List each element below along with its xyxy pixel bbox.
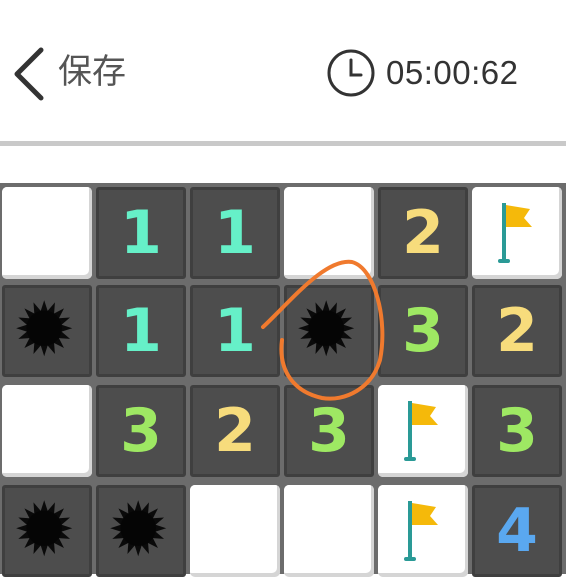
cell-r3-c4[interactable]: 3 <box>284 385 374 477</box>
cell-r1-c3[interactable]: 1 <box>190 187 280 279</box>
cell-number: 2 <box>402 198 444 268</box>
cell-r2-c6[interactable]: 2 <box>472 285 562 377</box>
mine-icon <box>16 300 73 357</box>
cell-r1-c5[interactable]: 2 <box>378 187 468 279</box>
header-bar: 保存 05:00:62 <box>0 0 566 145</box>
cell-r1-c6[interactable] <box>472 187 562 279</box>
cell-r1-c4[interactable] <box>284 187 374 279</box>
flag-icon <box>404 401 438 461</box>
save-label[interactable]: 保存 <box>58 50 126 94</box>
cell-r3-c3[interactable]: 2 <box>190 385 280 477</box>
cell-r3-c1[interactable] <box>2 385 92 477</box>
cell-number: 3 <box>120 396 162 466</box>
cell-r1-c1[interactable] <box>2 187 92 279</box>
cell-r2-c3[interactable]: 1 <box>190 285 280 377</box>
flag-icon <box>498 203 532 263</box>
cell-r4-c4[interactable] <box>284 485 374 577</box>
cell-r4-c5[interactable] <box>378 485 468 577</box>
cell-r4-c6[interactable]: 4 <box>472 485 562 577</box>
flag-icon <box>404 501 438 561</box>
cell-r4-c3[interactable] <box>190 485 280 577</box>
mine-icon <box>298 300 355 357</box>
mine-icon <box>16 500 73 557</box>
cell-number: 3 <box>402 296 444 366</box>
cell-number: 2 <box>496 296 538 366</box>
chevron-left-icon <box>14 47 44 101</box>
cell-r4-c1[interactable] <box>2 485 92 577</box>
cell-number: 3 <box>308 396 350 466</box>
cell-number: 1 <box>120 296 162 366</box>
cell-number: 3 <box>496 396 538 466</box>
minefield-board: 112113232334 <box>0 183 566 577</box>
cell-number: 1 <box>214 198 256 268</box>
cell-r2-c5[interactable]: 3 <box>378 285 468 377</box>
cell-r4-c2[interactable] <box>96 485 186 577</box>
cell-r1-c2[interactable]: 1 <box>96 187 186 279</box>
cell-r2-c4[interactable] <box>284 285 374 377</box>
header-divider <box>0 141 566 146</box>
cell-number: 4 <box>496 496 538 566</box>
cell-number: 2 <box>214 396 256 466</box>
clock-icon <box>327 49 375 97</box>
timer: 05:00:62 <box>326 48 518 98</box>
cell-number: 1 <box>120 198 162 268</box>
back-button[interactable] <box>8 46 60 102</box>
cell-r3-c5[interactable] <box>378 385 468 477</box>
mine-icon <box>110 500 167 557</box>
cell-number: 1 <box>214 296 256 366</box>
timer-value: 05:00:62 <box>386 54 519 91</box>
cell-r3-c2[interactable]: 3 <box>96 385 186 477</box>
cell-r2-c1[interactable] <box>2 285 92 377</box>
cell-r3-c6[interactable]: 3 <box>472 385 562 477</box>
cell-r2-c2[interactable]: 1 <box>96 285 186 377</box>
